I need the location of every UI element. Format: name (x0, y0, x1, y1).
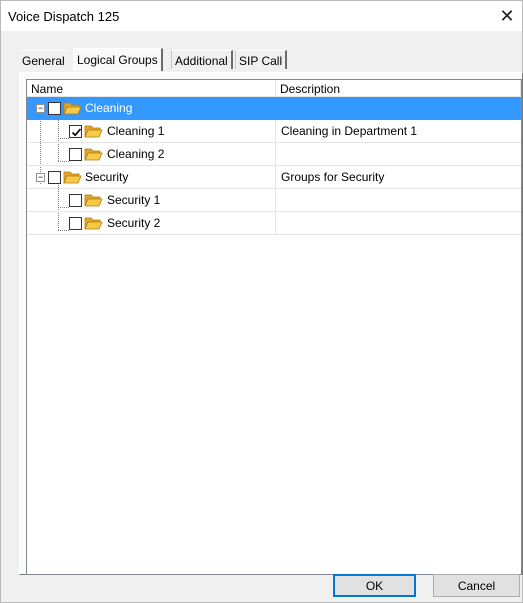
close-button[interactable]: ✕ (492, 1, 522, 31)
tab-general[interactable]: General (19, 50, 68, 69)
column-header-description[interactable]: Description (276, 80, 521, 97)
tab-logical-groups[interactable]: Logical Groups (73, 48, 163, 71)
row-label: Cleaning 2 (107, 147, 165, 161)
row-label: Cleaning (83, 101, 135, 115)
logical-groups-tree-grid[interactable]: Name Description − Cleaning Cleaning 1 C… (26, 79, 522, 575)
minus-expander-icon: − (37, 172, 44, 182)
row-checkbox[interactable] (48, 102, 61, 115)
tab-sip-call[interactable]: SIP Call (235, 50, 288, 69)
row-label: Security 2 (107, 216, 161, 230)
dialog-window: Voice Dispatch 125 ✕ General Logical Gro… (0, 0, 523, 603)
tree-row[interactable]: Security 2 (27, 212, 521, 235)
row-label: Cleaning 1 (107, 124, 165, 138)
title-bar: Voice Dispatch 125 ✕ (1, 1, 522, 31)
checkmark-icon (71, 128, 82, 137)
close-icon: ✕ (499, 5, 515, 26)
row-checkbox[interactable] (48, 171, 61, 184)
open-folder-icon (84, 194, 103, 207)
ok-button[interactable]: OK (333, 574, 416, 597)
collapse-toggle[interactable]: − (36, 104, 45, 113)
row-label: Security (85, 170, 129, 184)
open-folder-icon (84, 148, 103, 161)
row-description (276, 212, 521, 235)
row-checkbox[interactable] (69, 125, 82, 138)
row-description: Groups for Security (276, 166, 521, 189)
tree-row[interactable]: Security 1 (27, 189, 521, 212)
open-folder-icon (63, 171, 82, 184)
row-description (276, 143, 521, 166)
grid-header: Name Description (27, 80, 521, 97)
open-folder-icon (84, 217, 103, 230)
row-checkbox[interactable] (69, 148, 82, 161)
open-folder-icon (84, 125, 103, 138)
tab-page-logical-groups: Name Description − Cleaning Cleaning 1 C… (19, 72, 523, 575)
cancel-button[interactable]: Cancel (433, 574, 520, 597)
row-description (276, 97, 521, 120)
tree-row[interactable]: − Security Groups for Security (27, 166, 521, 189)
tree-row[interactable]: Cleaning 2 (27, 143, 521, 166)
row-description (276, 189, 521, 212)
window-title: Voice Dispatch 125 (8, 9, 120, 24)
collapse-toggle[interactable]: − (36, 173, 45, 182)
tree-row[interactable]: − Cleaning (27, 97, 521, 120)
row-checkbox[interactable] (69, 217, 82, 230)
tab-additional[interactable]: Additional (171, 50, 233, 69)
minus-expander-icon: − (37, 103, 44, 113)
open-folder-icon (63, 102, 82, 115)
column-header-name[interactable]: Name (27, 80, 276, 97)
row-label: Security 1 (107, 193, 161, 207)
tree-row[interactable]: Cleaning 1 Cleaning in Department 1 (27, 120, 521, 143)
row-description: Cleaning in Department 1 (276, 120, 521, 143)
row-checkbox[interactable] (69, 194, 82, 207)
